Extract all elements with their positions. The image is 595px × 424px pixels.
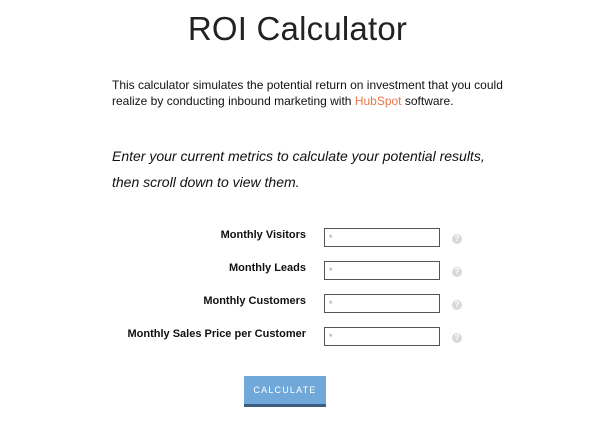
hubspot-link[interactable]: HubSpot <box>355 94 402 108</box>
monthly-leads-input[interactable] <box>324 261 440 280</box>
question-icon[interactable]: ? <box>452 267 462 277</box>
form-row-monthly-sales-price: Monthly Sales Price per Customer ? <box>0 325 595 349</box>
intro-text-after: software. <box>401 94 454 108</box>
monthly-sales-price-label: Monthly Sales Price per Customer <box>127 328 307 340</box>
intro-paragraph: This calculator simulates the potential … <box>112 77 507 109</box>
form-row-monthly-customers: Monthly Customers ? <box>0 292 595 316</box>
question-icon[interactable]: ? <box>452 300 462 310</box>
monthly-customers-label: Monthly Customers <box>203 295 306 307</box>
monthly-customers-input[interactable] <box>324 294 440 313</box>
monthly-sales-price-input[interactable] <box>324 327 440 346</box>
calculate-button[interactable]: CALCULATE <box>244 376 326 407</box>
instructions-text: Enter your current metrics to calculate … <box>112 148 485 190</box>
question-icon[interactable]: ? <box>452 234 462 244</box>
monthly-visitors-label: Monthly Visitors <box>220 229 306 241</box>
page-title: ROI Calculator <box>187 10 408 47</box>
question-icon[interactable]: ? <box>452 333 462 343</box>
form-row-monthly-leads: Monthly Leads ? <box>0 259 595 283</box>
form-row-monthly-visitors: Monthly Visitors ? <box>0 226 595 250</box>
monthly-visitors-input[interactable] <box>324 228 440 247</box>
monthly-leads-label: Monthly Leads <box>228 262 306 274</box>
